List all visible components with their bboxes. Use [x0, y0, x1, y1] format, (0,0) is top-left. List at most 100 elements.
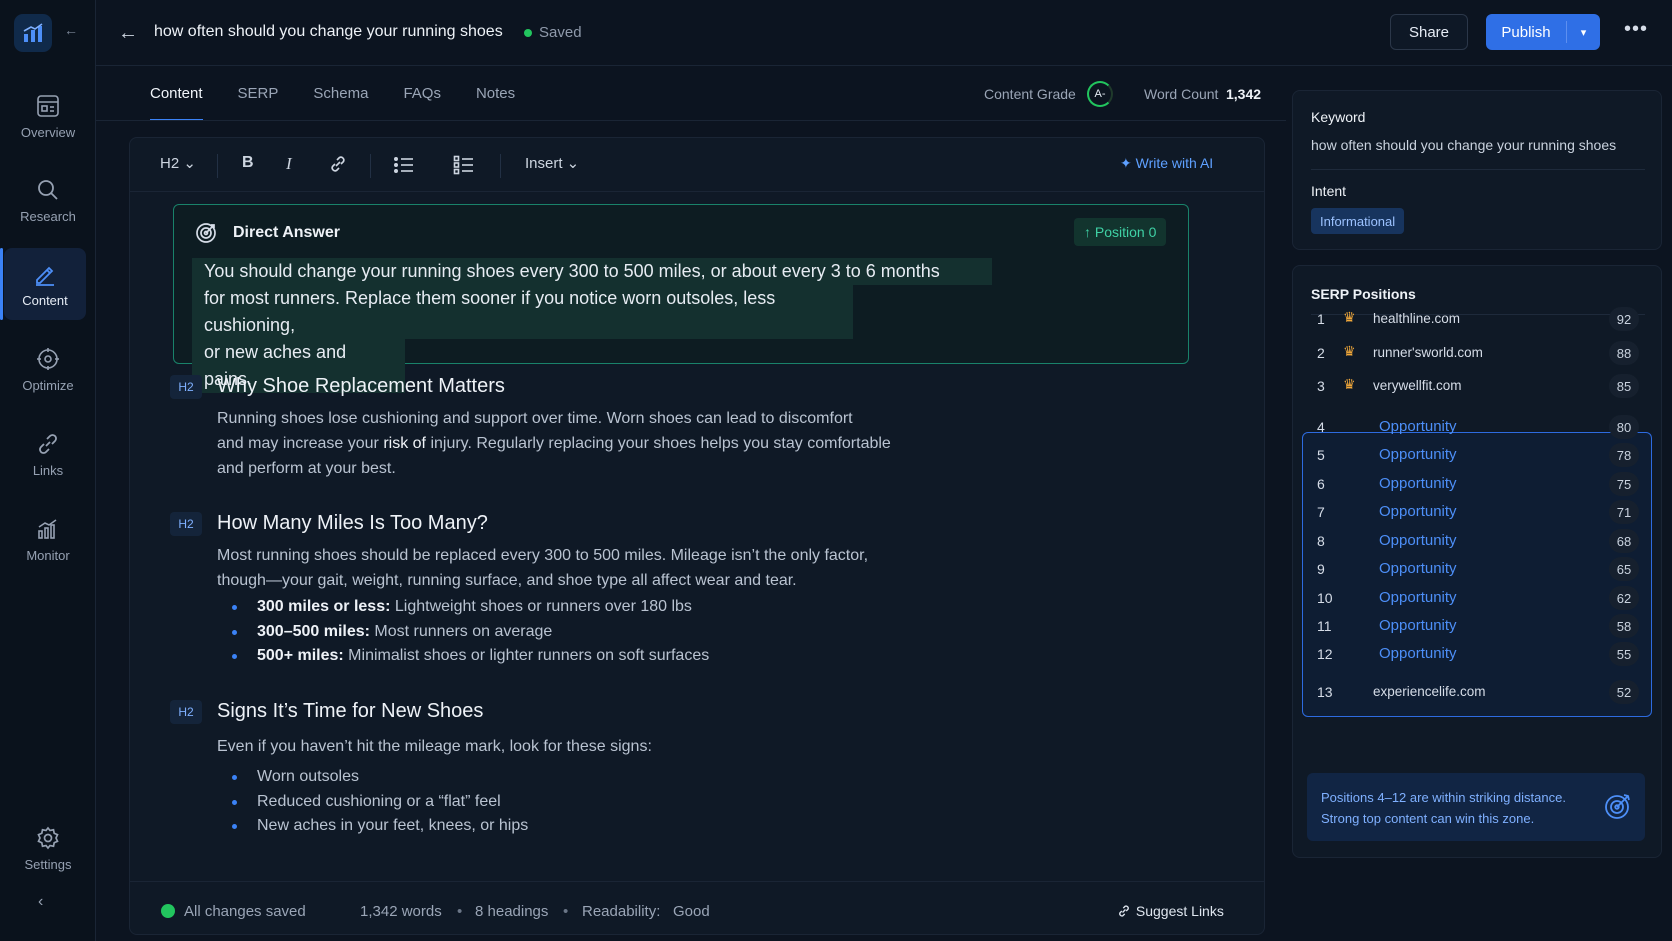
italic-button[interactable]: I — [286, 154, 292, 174]
serp-position: 4 — [1317, 419, 1325, 435]
toolbar-divider — [500, 154, 501, 178]
section-heading[interactable]: How Many Miles Is Too Many? — [217, 512, 488, 535]
opportunity-label[interactable]: Opportunity — [1379, 589, 1457, 606]
sparkle-icon: ✦ — [1120, 155, 1136, 171]
share-button[interactable]: Share — [1390, 14, 1468, 50]
link-icon — [39, 433, 57, 454]
tab-content[interactable]: Content — [150, 85, 203, 121]
bullet-list[interactable]: Worn outsoles Reduced cushioning or a “f… — [231, 765, 528, 839]
serp-row-opportunity[interactable]: 10 Opportunity 62 — [1311, 583, 1645, 613]
bullet-list-icon[interactable] — [393, 154, 415, 176]
tabs-divider — [96, 120, 1286, 121]
serp-row-opportunity[interactable]: 5 Opportunity 78 — [1311, 440, 1645, 470]
serp-row[interactable]: 13 experiencelife.com 52 — [1311, 677, 1645, 707]
opportunity-label[interactable]: Opportunity — [1379, 645, 1457, 662]
opportunity-label[interactable]: Opportunity — [1379, 475, 1457, 492]
sidebar-item-settings[interactable]: Settings — [0, 812, 96, 884]
pencil-icon — [36, 266, 54, 286]
keyword-label: Keyword — [1311, 109, 1366, 125]
checklist-icon[interactable] — [453, 154, 475, 176]
more-options-icon[interactable]: ••• — [1624, 18, 1648, 41]
list-item-text: Minimalist shoes or lighter runners on s… — [343, 647, 710, 664]
tab-faqs[interactable]: FAQs — [403, 85, 441, 121]
list-item: Reduced cushioning or a “flat” feel — [231, 790, 528, 815]
serp-score-badge: 68 — [1609, 529, 1639, 553]
serp-row-opportunity[interactable]: 12 Opportunity 55 — [1311, 639, 1645, 669]
serp-row[interactable]: 1 ♛ healthline.com 92 — [1311, 304, 1645, 334]
serp-row[interactable]: 2 ♛ runner'sworld.com 88 — [1311, 338, 1645, 368]
tab-serp[interactable]: SERP — [238, 85, 279, 121]
sidebar-item-label: Content — [22, 292, 68, 308]
sidebar: ← Overview Research Content Optimize Lin… — [0, 0, 96, 941]
opportunity-label[interactable]: Opportunity — [1379, 418, 1457, 435]
insert-menu[interactable]: Insert ⌄ — [525, 154, 579, 172]
crown-icon: ♛ — [1343, 376, 1356, 392]
opportunity-label[interactable]: Opportunity — [1379, 617, 1457, 634]
serp-position: 3 — [1317, 378, 1325, 394]
serp-row-opportunity[interactable]: 6 Opportunity 75 — [1311, 469, 1645, 499]
sidebar-item-monitor[interactable]: Monitor — [0, 503, 96, 575]
sidebar-item-content[interactable]: Content — [0, 248, 86, 320]
sidebar-item-optimize[interactable]: Optimize — [0, 333, 96, 405]
collapse-chevron-icon[interactable]: ‹ — [38, 893, 43, 911]
section-paragraph[interactable]: Running shoes lose cushioning and suppor… — [217, 406, 937, 481]
tab-schema[interactable]: Schema — [313, 85, 368, 121]
opportunity-label[interactable]: Opportunity — [1379, 560, 1457, 577]
collapse-sidebar-icon[interactable]: ← — [64, 22, 78, 38]
document-title: how often should you change your running… — [154, 23, 503, 40]
serp-row-opportunity[interactable]: 4 Opportunity 80 — [1311, 412, 1645, 442]
section-paragraph[interactable]: Most running shoes should be replaced ev… — [217, 543, 937, 593]
opportunity-label[interactable]: Opportunity — [1379, 446, 1457, 463]
target-icon — [196, 223, 216, 243]
opportunity-label[interactable]: Opportunity — [1379, 503, 1457, 520]
direct-answer-title: Direct Answer — [233, 224, 340, 241]
chevron-down-icon[interactable]: ▾ — [1567, 26, 1600, 39]
serp-score-badge: 92 — [1609, 307, 1639, 331]
sidebar-item-research[interactable]: Research — [0, 164, 96, 236]
saved-status: Saved — [539, 24, 582, 41]
section-heading[interactable]: Signs It’s Time for New Shoes — [217, 700, 483, 723]
serp-position: 5 — [1317, 447, 1325, 463]
direct-answer-text[interactable]: You should change your running shoes eve… — [192, 258, 992, 393]
sidebar-item-label: Links — [32, 462, 64, 478]
suggest-links-button[interactable]: Suggest Links — [1116, 903, 1224, 919]
serp-position: 11 — [1317, 618, 1332, 634]
direct-answer-line: You should change your running shoes eve… — [192, 258, 992, 285]
opportunity-label[interactable]: Opportunity — [1379, 532, 1457, 549]
keyword-value: how often should you change your running… — [1311, 137, 1617, 153]
sidebar-item-links[interactable]: Links — [0, 418, 96, 490]
crown-icon: ♛ — [1343, 343, 1356, 359]
serp-score-badge: 52 — [1609, 680, 1639, 704]
serp-row-opportunity[interactable]: 7 Opportunity 71 — [1311, 497, 1645, 527]
word-count-label: Word Count — [1144, 86, 1219, 102]
serp-positions-card: SERP Positions 1 ♛ healthline.com 92 2 ♛ runne… — [1292, 265, 1662, 858]
link-icon[interactable] — [327, 153, 349, 175]
paragraph-line: Most running shoes should be replaced ev… — [217, 547, 869, 564]
serp-row[interactable]: 3 ♛ verywellfit.com 85 — [1311, 371, 1645, 401]
paragraph-text: injury. Regularly replacing your shoes h… — [430, 435, 891, 452]
overview-icon — [37, 94, 59, 117]
publish-button[interactable]: Publish ▾ — [1486, 14, 1600, 50]
serp-row-opportunity[interactable]: 8 Opportunity 68 — [1311, 526, 1645, 556]
write-with-ai-button[interactable]: ✦ Write with AI — [1120, 155, 1213, 172]
section-paragraph[interactable]: Even if you haven’t hit the mileage mark… — [217, 734, 937, 759]
app-logo[interactable] — [14, 14, 52, 52]
bold-button[interactable]: B — [242, 154, 254, 172]
section-heading[interactable]: Why Shoe Replacement Matters — [217, 375, 505, 398]
write-with-ai-label: Write with AI — [1135, 155, 1214, 171]
serp-row-opportunity[interactable]: 9 Opportunity 65 — [1311, 554, 1645, 584]
sidebar-item-overview[interactable]: Overview — [0, 80, 96, 152]
status-separator: • — [457, 903, 463, 920]
list-item: New aches in your feet, knees, or hips — [231, 814, 528, 839]
status-separator: • — [563, 903, 569, 920]
serp-row-opportunity[interactable]: 11 Opportunity 58 — [1311, 611, 1645, 641]
readability-value: Good — [673, 903, 710, 920]
serp-score-badge: 78 — [1609, 443, 1639, 467]
heading-select[interactable]: H2 ⌄ — [160, 154, 196, 172]
bullet-list[interactable]: 300 miles or less: Lightweight shoes or … — [231, 595, 709, 669]
serp-position: 1 — [1317, 311, 1325, 327]
back-arrow-icon[interactable]: ← — [118, 22, 138, 45]
readability-label: Readability: — [582, 903, 661, 920]
highlighted-phrase: risk of — [383, 435, 426, 452]
tab-notes[interactable]: Notes — [476, 85, 515, 121]
